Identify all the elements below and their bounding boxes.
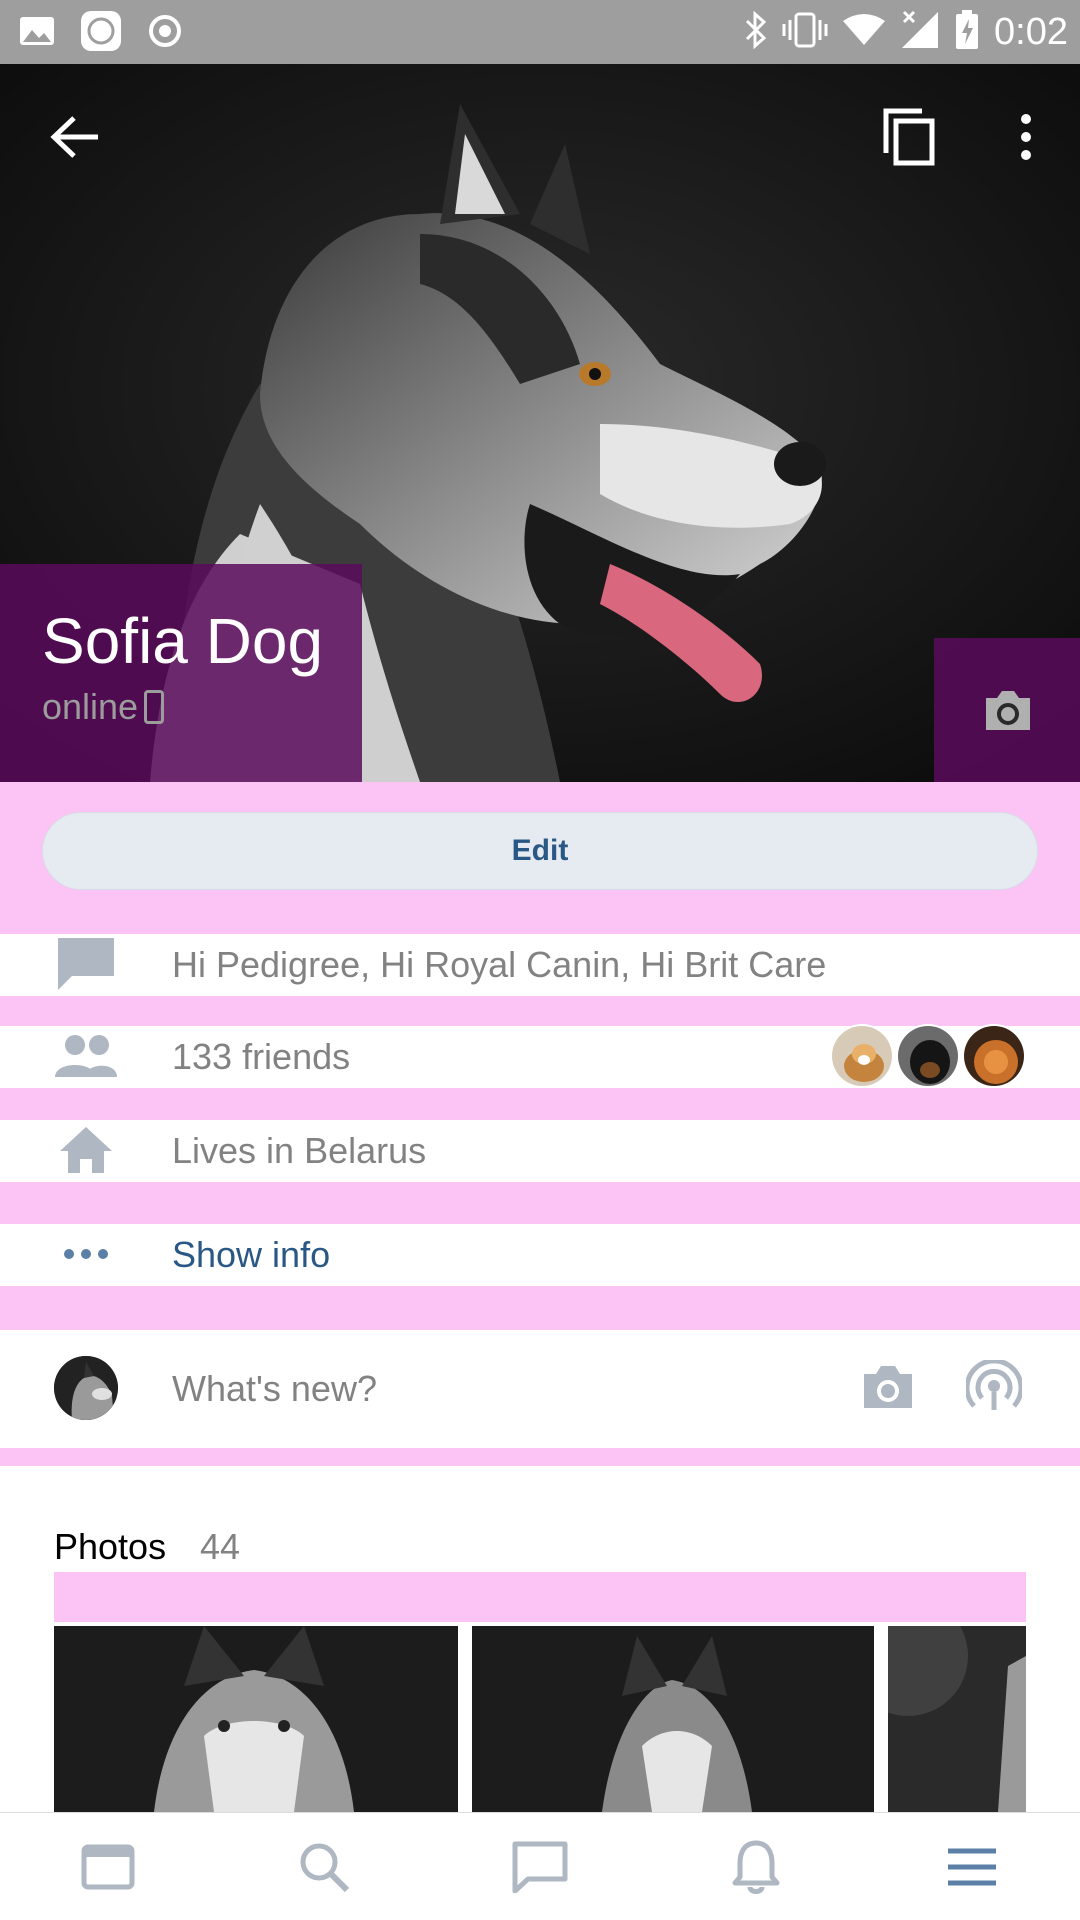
vibrate-icon [782, 12, 828, 53]
menu-icon [940, 1835, 1004, 1899]
status-text: Hi Pedigree, Hi Royal Canin, Hi Brit Car… [172, 944, 827, 985]
friend-avatar [830, 1024, 894, 1088]
tab-notifications[interactable] [648, 1813, 864, 1920]
photos-count: 44 [200, 1526, 241, 1567]
back-button[interactable] [0, 64, 150, 214]
info-row-location[interactable]: Lives in Belarus [0, 1120, 1080, 1182]
info-row-friends[interactable]: 133 friends [0, 1024, 1080, 1088]
tab-menu[interactable] [864, 1813, 1080, 1920]
news-icon [76, 1835, 140, 1899]
camera-icon [982, 688, 1034, 737]
change-cover-button[interactable] [976, 680, 1040, 744]
friends-icon [54, 1024, 118, 1088]
friend-avatar [962, 1024, 1026, 1088]
arrow-left-icon [50, 115, 100, 164]
photos-section: Photos 44 [0, 1466, 1080, 1812]
live-stream-button[interactable] [962, 1356, 1026, 1420]
name-panel: Sofia Dog online [0, 564, 362, 782]
clock: 0:02 [994, 10, 1068, 53]
show-info-link: Show info [172, 1234, 331, 1275]
tab-search[interactable] [216, 1813, 432, 1920]
edit-profile-button[interactable]: Edit [42, 812, 1038, 890]
messages-icon [508, 1835, 572, 1899]
cover-camera-panel [934, 638, 1080, 782]
mi-icon [78, 8, 124, 54]
avatar [54, 1356, 118, 1420]
photo-thumbnail[interactable] [888, 1626, 1026, 1812]
wifi-icon [842, 13, 886, 52]
battery-charging-icon [954, 9, 980, 56]
copy-icon [882, 107, 936, 172]
photo-thumbnail[interactable] [472, 1626, 874, 1812]
tab-messages[interactable] [432, 1813, 648, 1920]
camera-icon [860, 1362, 916, 1415]
bluetooth-icon [744, 10, 768, 54]
status-bar: 0:02 [0, 0, 1080, 64]
online-status-label: online [42, 686, 139, 727]
post-photo-button[interactable] [856, 1356, 920, 1420]
profile-name: Sofia Dog [42, 605, 324, 677]
info-row-status[interactable]: Hi Pedigree, Hi Royal Canin, Hi Brit Car… [0, 934, 1080, 996]
profile-cover: Sofia Dog online [0, 64, 1080, 782]
gallery-icon [14, 8, 60, 54]
record-icon [142, 8, 188, 54]
bottom-tab-bar [0, 1812, 1080, 1920]
more-vertical-icon [1020, 113, 1032, 166]
search-icon [292, 1835, 356, 1899]
new-post-box[interactable]: What's new? [0, 1330, 1080, 1448]
copy-link-button[interactable] [846, 74, 972, 204]
signal-off-icon [900, 10, 940, 55]
location-text: Lives in Belarus [172, 1130, 427, 1171]
mobile-icon [144, 690, 165, 724]
friends-count: 133 friends [172, 1036, 351, 1077]
broadcast-icon [964, 1357, 1024, 1417]
info-row-show-info[interactable]: Show info [0, 1224, 1080, 1286]
photo-thumbnail[interactable] [54, 1626, 458, 1812]
friends-avatars[interactable] [830, 1024, 1026, 1088]
home-icon [54, 1118, 118, 1182]
status-bubble-icon [54, 932, 118, 996]
more-dots-icon [54, 1222, 118, 1286]
more-options-button[interactable] [972, 74, 1080, 204]
online-status: online [42, 686, 165, 728]
photos-header-band [54, 1572, 1026, 1622]
friend-avatar [896, 1024, 960, 1088]
tab-news[interactable] [0, 1813, 216, 1920]
notifications-icon [724, 1835, 788, 1899]
photos-title[interactable]: Photos [54, 1526, 166, 1568]
whats-new-input[interactable]: What's new? [172, 1368, 377, 1410]
